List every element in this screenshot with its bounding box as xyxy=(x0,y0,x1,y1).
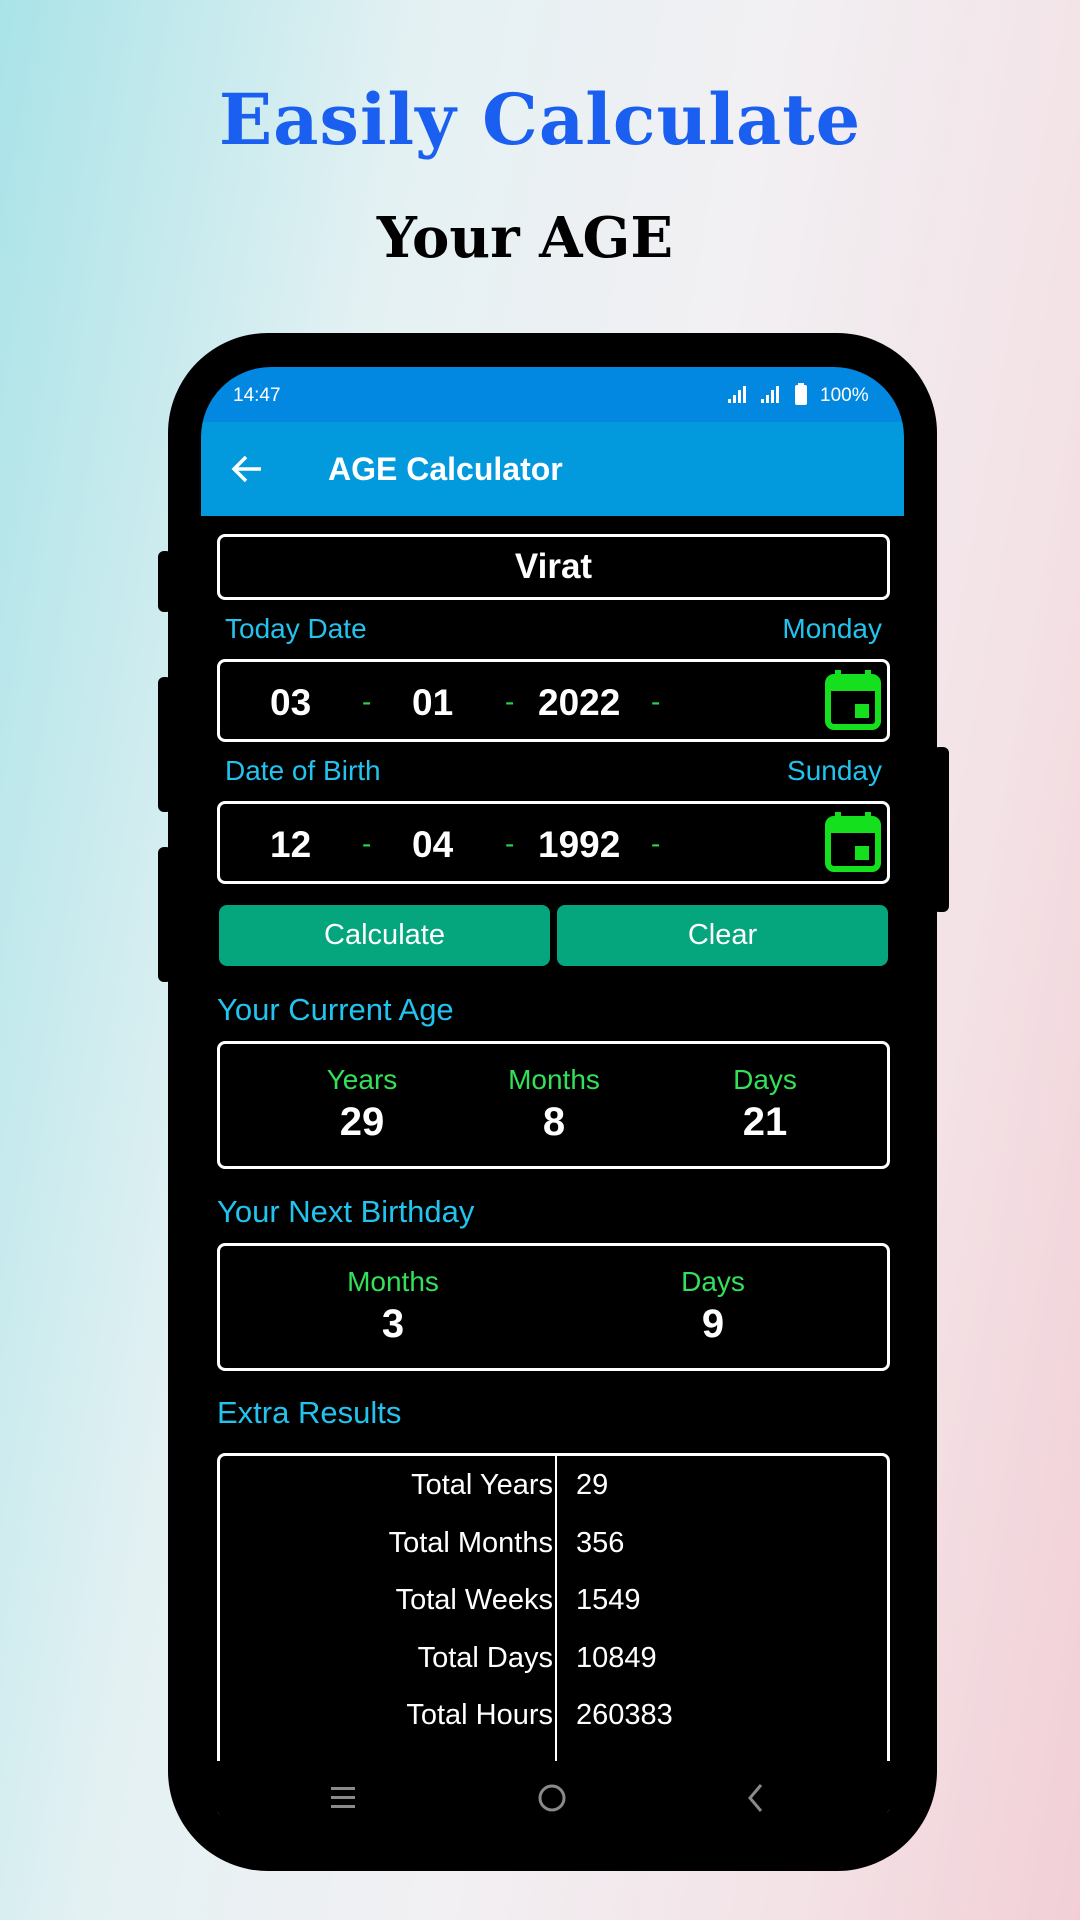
status-time: 14:47 xyxy=(233,385,281,406)
battery-icon xyxy=(795,383,807,405)
row-label: Total Weeks xyxy=(395,1584,553,1616)
next-days-label: Days xyxy=(681,1266,745,1297)
app-title: AGE Calculator xyxy=(328,451,563,487)
dob-label: Date of Birth xyxy=(225,755,381,786)
next-months-label: Months xyxy=(347,1266,439,1297)
years-value: 29 xyxy=(339,1100,385,1144)
today-month[interactable]: 01 xyxy=(412,682,453,724)
separator: - xyxy=(651,828,661,859)
separator: - xyxy=(362,828,372,859)
days-column: Days 21 xyxy=(665,1064,865,1145)
row-label: Total Months xyxy=(388,1527,553,1559)
dob-field[interactable]: 12 - 04 - 1992 - xyxy=(217,801,890,884)
battery-percent: 100% xyxy=(820,385,869,406)
navigation-bar xyxy=(201,1761,904,1837)
row-label: Total Days xyxy=(417,1642,553,1674)
today-date-field[interactable]: 03 - 01 - 2022 - xyxy=(217,659,890,742)
phone-screen: 14:47 100% AGE Calculator Virat Today Da… xyxy=(201,367,904,1837)
clear-button[interactable]: Clear xyxy=(557,905,888,966)
dob-month[interactable]: 04 xyxy=(412,824,453,866)
current-age-box: Years 29 Months 8 Days 21 xyxy=(217,1041,890,1169)
months-label: Months xyxy=(508,1064,600,1095)
today-weekday: Monday xyxy=(782,613,882,644)
years-column: Years 29 xyxy=(262,1064,462,1145)
current-age-title: Your Current Age xyxy=(217,992,454,1027)
days-label: Days xyxy=(733,1064,797,1095)
signal-icon xyxy=(761,386,779,403)
headline-line2: Your AGE xyxy=(376,205,674,271)
row-value: 29 xyxy=(576,1469,609,1501)
dob-day[interactable]: 12 xyxy=(270,824,311,866)
signal-icon xyxy=(728,386,746,403)
extra-results-title: Extra Results xyxy=(217,1395,402,1430)
today-date-label: Today Date xyxy=(225,613,367,644)
headline-line1: Easily Calculate xyxy=(218,78,862,161)
next-days-column: Days 9 xyxy=(613,1266,813,1347)
calendar-icon[interactable] xyxy=(825,670,881,730)
today-day[interactable]: 03 xyxy=(270,682,311,724)
row-value: 356 xyxy=(576,1527,625,1559)
calendar-icon[interactable] xyxy=(825,812,881,872)
dob-weekday: Sunday xyxy=(787,755,882,786)
days-value: 21 xyxy=(742,1100,788,1144)
dob-year[interactable]: 1992 xyxy=(538,824,620,866)
today-year[interactable]: 2022 xyxy=(538,682,620,724)
name-value: Virat xyxy=(514,547,593,586)
row-value: 260383 xyxy=(576,1699,673,1731)
next-months-column: Months 3 xyxy=(293,1266,493,1347)
back-icon[interactable] xyxy=(747,1783,765,1813)
separator: - xyxy=(505,828,515,859)
home-icon[interactable] xyxy=(537,1783,567,1813)
calculate-button[interactable]: Calculate xyxy=(219,905,550,966)
next-birthday-box: Months 3 Days 9 xyxy=(217,1243,890,1371)
months-value: 8 xyxy=(542,1100,566,1144)
row-value: 10849 xyxy=(576,1642,657,1674)
name-input[interactable]: Virat xyxy=(217,534,890,600)
status-bar: 14:47 100% xyxy=(201,367,904,422)
separator: - xyxy=(651,686,661,717)
recents-icon[interactable] xyxy=(331,1785,355,1811)
row-value: 1549 xyxy=(576,1584,641,1616)
next-days-value: 9 xyxy=(701,1302,725,1346)
row-label: Total Hours xyxy=(406,1699,553,1731)
separator: - xyxy=(362,686,372,717)
separator: - xyxy=(505,686,515,717)
app-bar: AGE Calculator xyxy=(201,422,904,516)
years-label: Years xyxy=(326,1064,398,1095)
arrow-left-icon[interactable] xyxy=(231,454,263,484)
months-column: Months 8 xyxy=(454,1064,654,1145)
next-birthday-title: Your Next Birthday xyxy=(217,1194,475,1229)
row-label: Total Years xyxy=(411,1469,553,1501)
next-months-value: 3 xyxy=(381,1302,405,1346)
